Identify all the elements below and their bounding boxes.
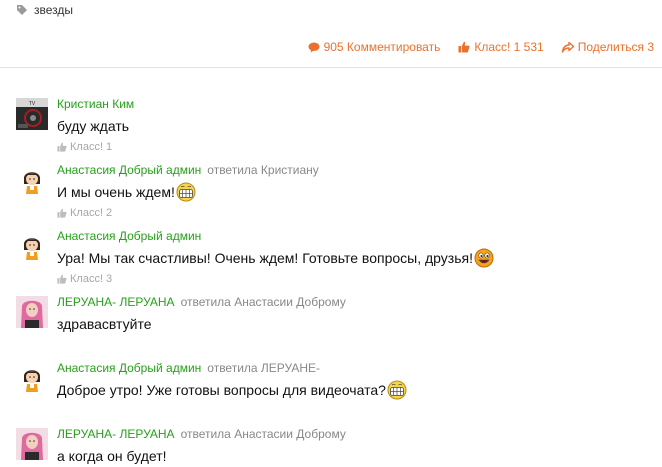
comment-bubble-icon [308, 42, 320, 53]
reply-prefix: ответила [180, 427, 231, 441]
avatar[interactable] [16, 428, 48, 460]
reply-info: ответила ЛЕРУАНЕ- [207, 361, 320, 375]
comment-text-content: буду ждать [57, 118, 130, 134]
comment-meta: Анастасия Добрый админ ответила Кристиану [57, 162, 662, 178]
reply-target-link[interactable]: ЛЕРУАНЕ- [261, 361, 320, 375]
thumbs-up-icon [57, 274, 67, 284]
reply-prefix: ответила [207, 163, 258, 177]
reply-target-link[interactable]: Анастасии Доброму [234, 295, 346, 309]
comment-item: TV Кристиан Ким буду ждать Класс! 1 [16, 96, 662, 156]
comment-text: И мы очень ждем! [57, 182, 662, 202]
comment-like-button[interactable]: Класс! 2 [57, 206, 662, 220]
comment-like-button[interactable]: Класс! 3 [57, 272, 662, 286]
author-link[interactable]: Анастасия Добрый админ [57, 163, 201, 177]
author-link[interactable]: Анастасия Добрый админ [57, 229, 201, 243]
comment-like-button[interactable]: Класс! 1 [57, 140, 662, 154]
tag-line: звезды [16, 2, 73, 18]
comment-text: буду ждать [57, 116, 662, 136]
reply-prefix: ответила [180, 295, 231, 309]
comment-text-content: Ура! Мы так счастливы! Очень ждем! Готов… [57, 250, 473, 266]
comment-text: а когда он будет! [57, 446, 662, 466]
author-link[interactable]: Анастасия Добрый админ [57, 361, 201, 375]
comment-text: Доброе утро! Уже готовы вопросы для виде… [57, 380, 662, 400]
share-arrow-icon [561, 41, 574, 53]
comment-item: Анастасия Добрый админ Ура! Мы так счаст… [16, 228, 662, 288]
avatar[interactable] [16, 362, 48, 394]
comment-item: Анастасия Добрый админ ответила Кристиану… [16, 162, 662, 222]
like-button[interactable]: Класс! 1 531 [458, 40, 544, 54]
post-actions: 905 Комментировать Класс! 1 531 Поделить… [290, 38, 654, 56]
comment-item: ЛЕРУАНА- ЛЕРУАНА ответила Анастасии Добро… [16, 426, 662, 467]
comment-text-content: а когда он будет! [57, 448, 167, 464]
comment-text-content: здравасвтуйте [57, 316, 152, 332]
like-button-label: Класс! 1 531 [474, 40, 544, 54]
comment-item: ЛЕРУАНА- ЛЕРУАНА ответила Анастасии Добро… [16, 294, 662, 354]
author-link[interactable]: ЛЕРУАНА- ЛЕРУАНА [57, 427, 175, 441]
comment-text: здравасвтуйте [57, 314, 662, 334]
author-link[interactable]: Кристиан Ким [57, 97, 134, 111]
tag-icon [17, 5, 27, 15]
comment-text-content: Доброе утро! Уже готовы вопросы для виде… [57, 382, 386, 398]
grin-smiley-icon [387, 380, 407, 400]
avatar[interactable] [16, 230, 48, 262]
comment-like-label: Класс! 2 [70, 207, 113, 219]
thumbs-up-icon [458, 41, 470, 53]
grin-smiley-icon [176, 182, 196, 202]
avatar[interactable]: TV [16, 98, 48, 130]
comment-text-content: И мы очень ждем! [57, 184, 175, 200]
comment-like-label: Класс! 1 [70, 141, 113, 153]
reply-target-link[interactable]: Анастасии Доброму [234, 427, 346, 441]
comment-meta: Анастасия Добрый админ [57, 228, 662, 244]
thumbs-up-icon [57, 208, 67, 218]
laugh-smiley-icon [474, 248, 494, 268]
avatar[interactable] [16, 296, 48, 328]
reply-target-link[interactable]: Кристиану [261, 163, 319, 177]
thumbs-up-icon [57, 142, 67, 152]
comment-meta: ЛЕРУАНА- ЛЕРУАНА ответила Анастасии Добро… [57, 426, 662, 442]
comment-meta: Кристиан Ким [57, 96, 662, 112]
reply-info: ответила Анастасии Доброму [181, 427, 346, 441]
reply-info: ответила Кристиану [207, 163, 319, 177]
share-button[interactable]: Поделиться 3 [561, 40, 654, 54]
reply-prefix: ответила [207, 361, 258, 375]
comment-meta: Анастасия Добрый админ ответила ЛЕРУАНЕ- [57, 360, 662, 376]
divider [0, 67, 662, 68]
reply-info: ответила Анастасии Доброму [181, 295, 346, 309]
comment-meta: ЛЕРУАНА- ЛЕРУАНА ответила Анастасии Добро… [57, 294, 662, 310]
author-link[interactable]: ЛЕРУАНА- ЛЕРУАНА [57, 295, 175, 309]
svg-text:TV: TV [29, 101, 36, 107]
comment-button[interactable]: 905 Комментировать [308, 40, 441, 54]
comment-item: Анастасия Добрый админ ответила ЛЕРУАНЕ- … [16, 360, 662, 420]
tag-label[interactable]: звезды [34, 3, 73, 17]
comment-button-label: 905 Комментировать [323, 40, 441, 54]
share-button-label: Поделиться 3 [577, 40, 654, 54]
avatar[interactable] [16, 164, 48, 196]
comment-like-label: Класс! 3 [70, 273, 113, 285]
comment-text: Ура! Мы так счастливы! Очень ждем! Готов… [57, 248, 662, 268]
